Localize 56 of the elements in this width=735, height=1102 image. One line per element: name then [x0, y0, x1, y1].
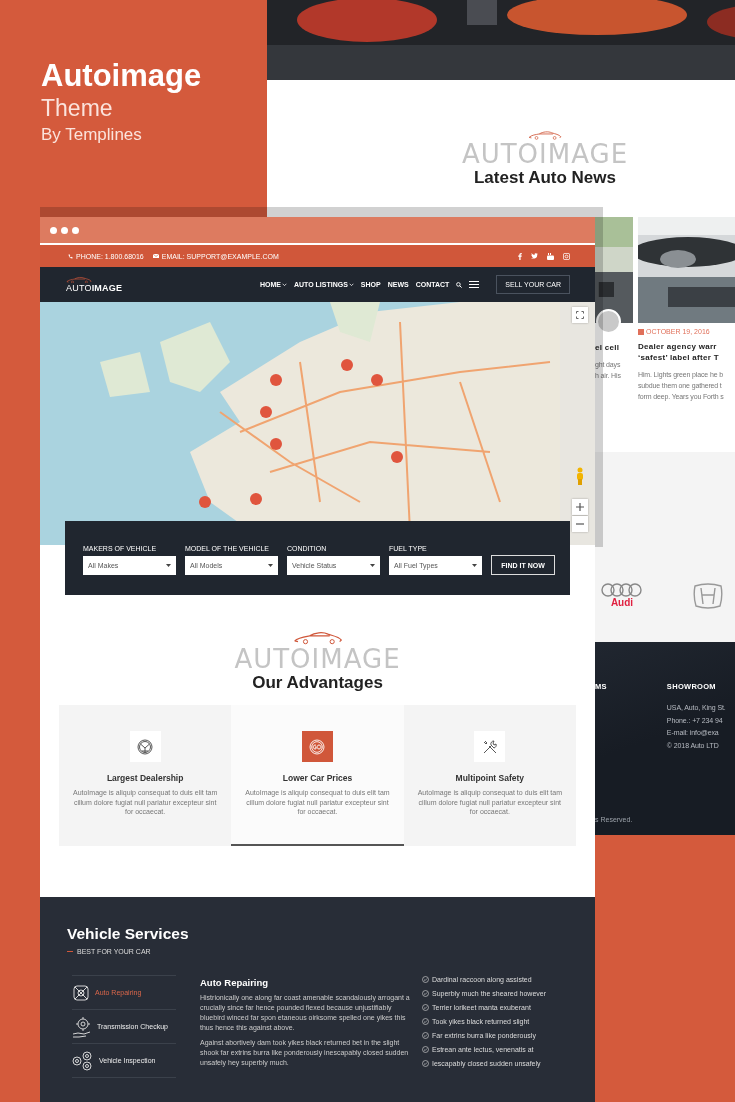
check-circle-icon: [422, 1032, 429, 1040]
search-icon[interactable]: [456, 281, 463, 288]
caret-icon: [166, 564, 171, 567]
logo-text[interactable]: AUTOIMAGE: [66, 283, 123, 294]
facebook-icon[interactable]: [518, 252, 522, 260]
section-watermark: AUTOIMAGE: [234, 645, 401, 673]
fullscreen-button[interactable]: [572, 307, 588, 323]
feature-title: Largest Dealership: [106, 773, 184, 783]
accent-dash: [67, 950, 73, 953]
window-dot: [50, 226, 57, 234]
minus-icon: [576, 523, 584, 525]
feature-title: Lower Car Prices: [282, 773, 353, 783]
window-dot: [72, 226, 79, 234]
fullscreen-icon: [576, 311, 584, 319]
zoom-in-button[interactable]: [572, 499, 588, 515]
section-heading: Our Advantages: [252, 673, 383, 693]
promo-subtitle: Theme: [41, 94, 114, 122]
wrench-cross-icon: [72, 983, 90, 1002]
gear-hand-icon: [72, 1015, 92, 1038]
promo-title: Autoimage: [41, 58, 202, 94]
car-logo-icon: [528, 130, 562, 141]
menu-icon[interactable]: [469, 281, 480, 288]
service-title: Auto Repairing: [200, 977, 270, 988]
section-heading: Vehicle Services: [67, 925, 190, 943]
check-circle-icon: [422, 990, 429, 998]
envelope-icon: [152, 253, 159, 259]
instagram-icon[interactable]: [563, 252, 570, 260]
check-circle-icon: [422, 1018, 429, 1026]
check-circle-icon: [422, 1004, 429, 1012]
tools-icon: [481, 738, 498, 755]
window-dot: [61, 226, 68, 234]
feature-title: Multipoint Safety: [455, 773, 525, 783]
check-circle-icon: [422, 1060, 429, 1068]
check-circle-icon: [422, 976, 429, 984]
promo-byline: By Templines: [41, 124, 143, 146]
h-logo-icon: [692, 582, 724, 610]
plus-icon: [576, 503, 584, 511]
twitter-icon[interactable]: [531, 253, 538, 259]
caret-icon: [268, 564, 273, 567]
post-title[interactable]: Dealer agency warr ‘safest’ label after T: [638, 341, 735, 364]
car-logo-icon: [292, 630, 343, 645]
rings-logo-icon: [600, 583, 644, 597]
go-badge-icon: [309, 738, 326, 755]
gears-icon: [72, 1050, 94, 1071]
check-circle-icon: [422, 1046, 429, 1054]
caret-icon: [370, 564, 375, 567]
section-watermark: AUTOIMAGE: [461, 140, 629, 169]
car-logo-icon: [66, 275, 92, 284]
zoom-out-button[interactable]: [572, 516, 588, 532]
phone-icon: [68, 253, 73, 259]
post-title[interactable]: el cell: [595, 342, 633, 354]
steering-wheel-icon: [137, 738, 154, 755]
youtube-icon[interactable]: [547, 252, 554, 260]
section-heading: Latest Auto News: [474, 168, 616, 189]
brand-logo-text: Audi: [610, 597, 634, 609]
caret-icon: [472, 564, 477, 567]
